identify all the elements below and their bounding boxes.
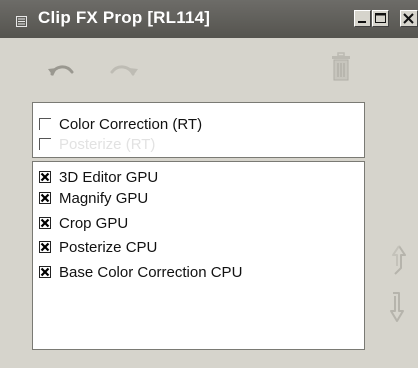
list-item[interactable]: Posterize CPU [39,236,359,258]
available-effects-list[interactable]: Color Correction (RT) Posterize (RT) [32,102,365,158]
title-bar[interactable]: Clip FX Prop [RL114] [0,0,418,38]
close-icon [403,13,414,24]
move-up-icon [392,245,406,275]
effect-label: Crop GPU [59,214,129,232]
effect-label: Base Color Correction CPU [59,263,243,281]
check-mark-icon [40,218,50,228]
list-item[interactable]: Color Correction (RT) [39,113,359,135]
redo-icon [110,65,138,76]
effect-label: 3D Editor GPU [59,168,159,186]
close-button[interactable] [400,10,418,27]
move-up-button[interactable] [391,244,407,283]
list-item[interactable]: Base Color Correction CPU [39,261,359,283]
toolbar [0,38,418,100]
redo-button[interactable] [108,58,142,87]
move-down-button[interactable] [389,290,405,329]
check-mark-icon [40,242,50,252]
list-item[interactable]: Crop GPU [39,212,359,234]
list-item[interactable]: Magnify GPU [39,187,359,209]
delete-button[interactable] [331,52,351,87]
applied-effects-list[interactable]: 3D Editor GPU Magnify GPU Crop GPU Poste… [32,161,365,350]
effect-label: Magnify GPU [59,189,149,207]
effect-label: Posterize CPU [59,238,158,256]
effect-checkbox[interactable] [39,266,51,278]
move-down-icon [390,292,404,322]
window-title: Clip FX Prop [RL114] [38,8,211,27]
check-mark-icon [40,193,50,203]
maximize-icon [375,13,386,23]
effect-checkbox[interactable] [39,118,51,130]
effect-label: Posterize (RT) [59,135,156,153]
minimize-button[interactable] [354,10,371,27]
effect-checkbox[interactable] [39,138,51,150]
minimize-icon [358,21,366,23]
maximize-button[interactable] [372,10,389,27]
list-item[interactable]: Posterize (RT) [39,133,359,155]
effect-checkbox[interactable] [39,241,51,253]
check-mark-icon [40,267,50,277]
list-item[interactable]: 3D Editor GPU [39,166,359,188]
effect-checkbox[interactable] [39,192,51,204]
undo-button[interactable] [46,58,76,87]
effect-label: Color Correction (RT) [59,115,203,133]
trash-icon [332,52,350,81]
window-menu-icon[interactable] [16,14,27,27]
effect-checkbox[interactable] [39,171,51,183]
check-mark-icon [40,172,50,182]
clip-fx-properties-window: Clip FX Prop [RL114] Color Correction (R… [0,0,418,368]
undo-icon [48,65,74,76]
effect-checkbox[interactable] [39,217,51,229]
